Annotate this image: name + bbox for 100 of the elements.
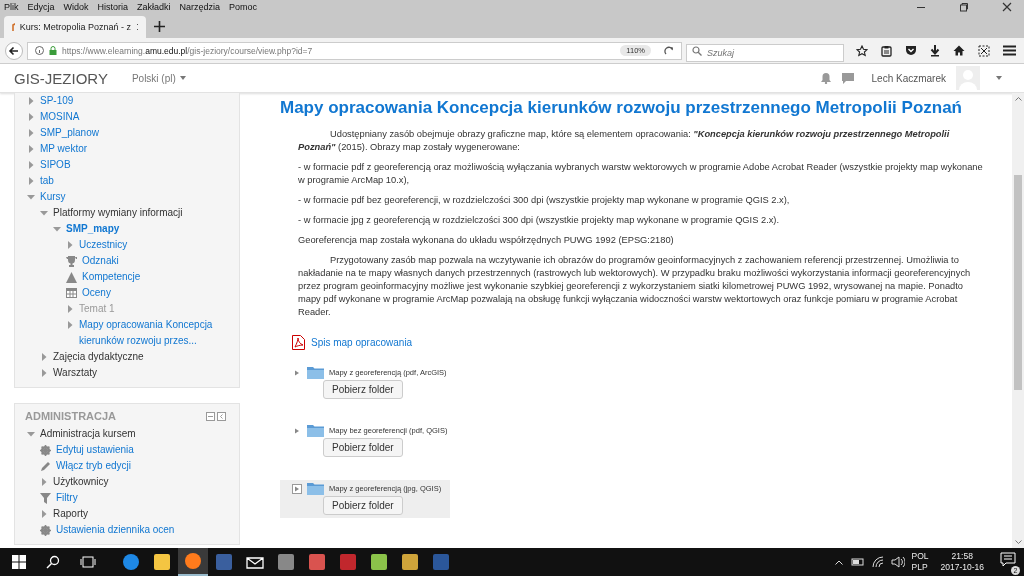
navigation-item[interactable]: MOSINA (40, 109, 80, 125)
navigation-item[interactable]: Oceny (82, 285, 111, 301)
wifi-icon[interactable] (871, 556, 884, 568)
menu-item[interactable]: Widok (63, 2, 89, 12)
menu-item[interactable]: Plik (4, 2, 19, 12)
app-icon[interactable] (401, 553, 419, 571)
caret-icon[interactable] (996, 76, 1002, 80)
user-name[interactable]: Lech Kaczmarek (871, 72, 946, 84)
navigation-item[interactable]: Edytuj ustawienia (56, 442, 134, 458)
menu-item[interactable]: Pomoc (229, 2, 258, 12)
battery-icon[interactable] (850, 557, 865, 567)
download-folder-button[interactable]: Pobierz folder (323, 438, 403, 457)
new-tab-icon[interactable] (154, 21, 165, 32)
caret-icon[interactable] (179, 76, 186, 80)
download-folder-button[interactable]: Pobierz folder (323, 496, 403, 515)
navigation-item[interactable]: MP wektor (40, 141, 88, 157)
notification-icon[interactable] (1000, 552, 1016, 568)
expand-arrow-icon[interactable] (40, 369, 48, 377)
search-field[interactable]: Szukaj (686, 43, 844, 62)
scroll-down-icon[interactable] (1014, 540, 1022, 544)
reload-icon[interactable] (664, 45, 674, 56)
screenshot-icon[interactable] (978, 44, 990, 57)
app-icon[interactable] (277, 553, 295, 571)
navigation-item[interactable]: SIPOB (40, 157, 71, 173)
clock-date[interactable]: 2017-10-16 (940, 562, 984, 573)
download-folder-button[interactable]: Pobierz folder (323, 380, 403, 399)
tray-chevron-icon[interactable] (834, 559, 843, 565)
browser-icon[interactable] (184, 552, 202, 570)
speaker-icon[interactable] (890, 556, 905, 568)
menu-icon[interactable] (1003, 45, 1016, 56)
navigation-item[interactable]: Użytkownicy (53, 474, 109, 490)
dock-icon[interactable] (217, 411, 226, 421)
menu-item[interactable]: Edycja (27, 2, 55, 12)
navigation-item[interactable]: Platformy wymiany informacji (53, 205, 183, 221)
navigation-item[interactable]: Warsztaty (53, 365, 98, 381)
site-icon (12, 22, 15, 32)
scrollbar-thumb[interactable] (1014, 175, 1022, 390)
navigation-item[interactable]: Kursy (40, 189, 66, 205)
navigation-item[interactable]: Włącz tryb edycji (56, 458, 131, 474)
navigation-item[interactable]: Zajęcia dydaktyczne (53, 349, 144, 365)
expand-arrow-icon[interactable] (27, 97, 35, 105)
navigation-item[interactable]: Mapy opracowania Koncepcja kierunków rozwoju przes... (79, 317, 229, 349)
collapse-arrow-icon[interactable] (27, 430, 35, 438)
navigation-item[interactable]: Uczestnicy (79, 237, 128, 253)
app-icon[interactable] (308, 553, 326, 571)
download-icon[interactable] (930, 44, 940, 57)
navigation-item[interactable]: Kompetencje (82, 269, 141, 285)
navigation-item[interactable]: Ustawienia dziennika ocen (56, 522, 175, 538)
site-brand[interactable]: GIS-JEZIORY (14, 69, 108, 87)
folder-icon[interactable] (153, 553, 171, 571)
pyramid-icon (66, 271, 77, 283)
expand-arrow-icon[interactable] (66, 321, 74, 329)
clock-time[interactable]: 21:58 (951, 551, 973, 562)
navigation-item[interactable]: Raporty (53, 506, 88, 522)
navigation-item[interactable]: Administracja kursem (40, 426, 136, 442)
collapse-arrow-icon[interactable] (53, 225, 61, 233)
expand-arrow-icon[interactable] (292, 483, 302, 494)
menu-item[interactable]: Zakładki (137, 2, 171, 12)
expand-arrow-icon[interactable] (40, 353, 48, 361)
menu-item[interactable]: Narzędzia (179, 2, 221, 12)
browser-icon[interactable] (122, 553, 140, 571)
expand-arrow-icon[interactable] (66, 241, 74, 249)
navigation-item[interactable]: Odznaki (82, 253, 119, 269)
table-icon (66, 287, 77, 298)
input-language[interactable]: POL (911, 551, 929, 562)
navigation-item[interactable]: SMP_planow (40, 125, 99, 141)
restore-icon[interactable] (959, 2, 969, 12)
expand-arrow-icon[interactable] (40, 478, 48, 486)
expand-arrow-icon[interactable] (27, 129, 35, 137)
resource-link[interactable]: Spis map opracowania (311, 337, 413, 348)
bell-icon[interactable] (819, 72, 832, 84)
expand-arrow-icon[interactable] (27, 161, 35, 169)
keyboard-layout[interactable]: PLP (911, 562, 929, 573)
expand-arrow-icon[interactable] (27, 145, 35, 153)
collapse-arrow-icon[interactable] (27, 193, 35, 201)
expand-arrow-icon[interactable] (40, 510, 48, 518)
app-icon[interactable] (370, 553, 388, 571)
pocket-icon[interactable] (905, 45, 917, 56)
filter-icon (40, 492, 51, 504)
back-icon[interactable] (5, 41, 23, 60)
search-icon[interactable] (46, 555, 60, 569)
scroll-up-icon[interactable] (1014, 97, 1022, 101)
navigation-item[interactable]: Filtry (56, 490, 78, 506)
menu-item[interactable]: Historia (97, 2, 129, 12)
message-icon[interactable] (841, 72, 854, 84)
clipboard-icon[interactable] (881, 44, 892, 57)
navigation-item[interactable]: SMP_mapy (66, 221, 120, 237)
language-menu[interactable]: Polski (pl) (131, 72, 176, 84)
home-icon[interactable] (953, 45, 965, 56)
expand-arrow-icon[interactable] (27, 113, 35, 121)
collapse-arrow-icon[interactable] (40, 209, 48, 217)
scrollbar[interactable] (1012, 93, 1024, 548)
star-icon[interactable] (856, 44, 868, 57)
navigation-item[interactable]: SP-109 (40, 93, 74, 109)
task-view-icon[interactable] (80, 556, 96, 568)
browser-tab[interactable]: Kurs: Metropolia Poznań - z (4, 16, 146, 38)
expand-arrow-icon[interactable] (27, 177, 35, 185)
navigation-item[interactable]: tab (40, 173, 54, 189)
windows-logo-icon[interactable] (12, 555, 26, 569)
document-icon[interactable] (432, 553, 450, 571)
